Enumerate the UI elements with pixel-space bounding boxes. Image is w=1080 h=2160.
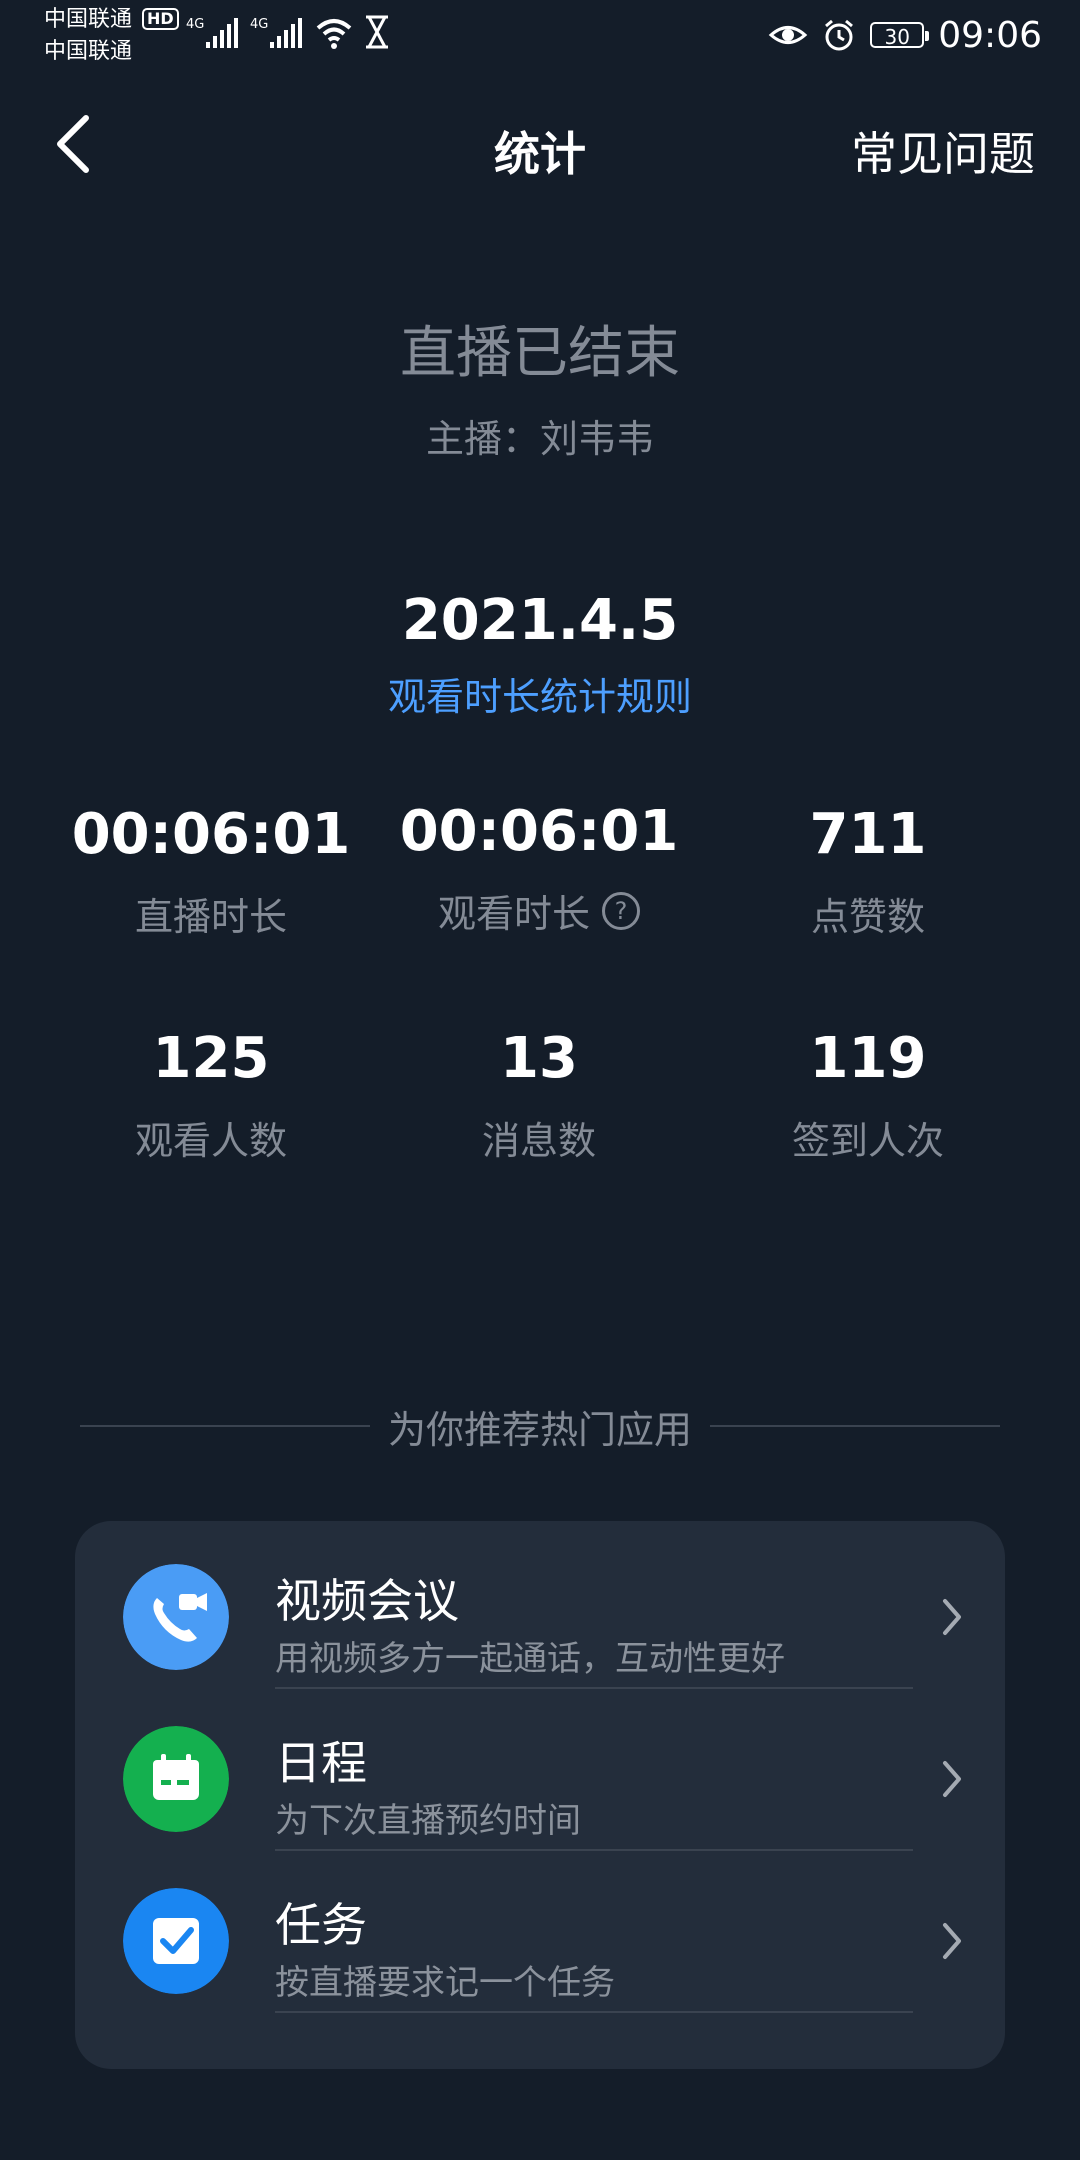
chevron-right-icon bbox=[943, 1923, 961, 1959]
stat-label: 观看时长 bbox=[437, 892, 590, 936]
cellular-signal-1-icon: 4G bbox=[186, 17, 238, 48]
stat-value: 00:06:01 bbox=[399, 799, 679, 864]
recommend-divider: 为你推荐热门应用 bbox=[80, 1396, 1001, 1456]
divider-line-right bbox=[710, 1425, 1001, 1427]
watch-time-rule-link[interactable]: 观看时长统计规则 bbox=[0, 666, 1080, 721]
clock: 09:06 bbox=[938, 14, 1042, 56]
eye-icon bbox=[768, 26, 808, 44]
alarm-icon bbox=[825, 19, 854, 51]
hd-badge: HD bbox=[142, 8, 179, 30]
stat-value: 119 bbox=[809, 1026, 927, 1091]
recommend-heading: 为你推荐热门应用 bbox=[388, 1407, 693, 1452]
live-date: 2021.4.5 bbox=[401, 588, 679, 653]
stat-viewers: 125 观看人数 bbox=[41, 1024, 381, 1165]
recommend-card: 视频会议 用视频多方一起通话，互动性更好 日程 为下次直播预约时间 任务 按直播… bbox=[75, 1521, 1005, 2069]
chevron-right-icon bbox=[943, 1761, 961, 1797]
stat-value: 711 bbox=[809, 802, 927, 867]
app-item-task[interactable]: 任务 按直播要求记一个任务 bbox=[75, 1845, 1005, 2013]
stat-messages: 13 消息数 bbox=[369, 1024, 709, 1165]
faq-link[interactable]: 常见问题 bbox=[851, 118, 1035, 184]
task-check-icon bbox=[123, 1888, 229, 1994]
stat-label: 观看人数 bbox=[134, 1119, 287, 1163]
item-separator bbox=[275, 2011, 913, 2013]
status-right: 30 09:06 bbox=[768, 14, 1042, 56]
net-type-2: 4G bbox=[250, 17, 268, 32]
live-ended-title: 直播已结束 bbox=[400, 321, 680, 386]
carrier-2: 中国联通 bbox=[44, 39, 133, 64]
carrier-1: 中国联通 bbox=[44, 7, 133, 32]
stat-label: 直播时长 bbox=[134, 895, 287, 939]
cellular-signal-2-icon: 4G bbox=[250, 17, 302, 48]
app-name: 任务 bbox=[275, 1898, 367, 1952]
status-bar: 中国联通 中国联通 HD 4G 4G 30 09:06 bbox=[0, 0, 1080, 70]
stat-value: 13 bbox=[500, 1026, 578, 1091]
stat-likes: 711 点赞数 bbox=[698, 800, 1038, 941]
app-desc: 用视频多方一起通话，互动性更好 bbox=[275, 1639, 785, 1679]
stat-label: 消息数 bbox=[481, 1119, 596, 1163]
app-name: 视频会议 bbox=[275, 1574, 459, 1628]
divider-line-left bbox=[80, 1425, 370, 1427]
stat-label: 点赞数 bbox=[810, 895, 925, 939]
top-bar: 统计 常见问题 bbox=[0, 100, 1080, 190]
hourglass-icon bbox=[366, 15, 388, 49]
video-call-icon bbox=[123, 1564, 229, 1670]
help-question-icon[interactable]: ? bbox=[602, 891, 640, 930]
stat-checkins: 119 签到人次 bbox=[698, 1024, 1038, 1165]
battery-indicator: 30 bbox=[870, 22, 930, 49]
stat-live-duration: 00:06:01 直播时长 bbox=[41, 800, 381, 941]
net-type-1: 4G bbox=[186, 17, 204, 32]
stat-label: 签到人次 bbox=[791, 1119, 944, 1163]
host-name: 主播：刘韦韦 bbox=[425, 417, 654, 461]
app-name: 日程 bbox=[275, 1736, 367, 1790]
wifi-icon bbox=[316, 19, 352, 49]
chevron-right-icon bbox=[943, 1599, 961, 1635]
app-item-schedule[interactable]: 日程 为下次直播预约时间 bbox=[75, 1683, 1005, 1851]
app-desc: 为下次直播预约时间 bbox=[275, 1801, 581, 1841]
stat-value: 125 bbox=[152, 1026, 270, 1091]
stat-value: 00:06:01 bbox=[71, 802, 351, 867]
app-item-video-meeting[interactable]: 视频会议 用视频多方一起通话，互动性更好 bbox=[75, 1521, 1005, 1689]
stat-watch-duration: 00:06:01 观看时长 ? bbox=[369, 797, 709, 938]
app-desc: 按直播要求记一个任务 bbox=[275, 1963, 615, 2003]
calendar-icon bbox=[123, 1726, 229, 1832]
